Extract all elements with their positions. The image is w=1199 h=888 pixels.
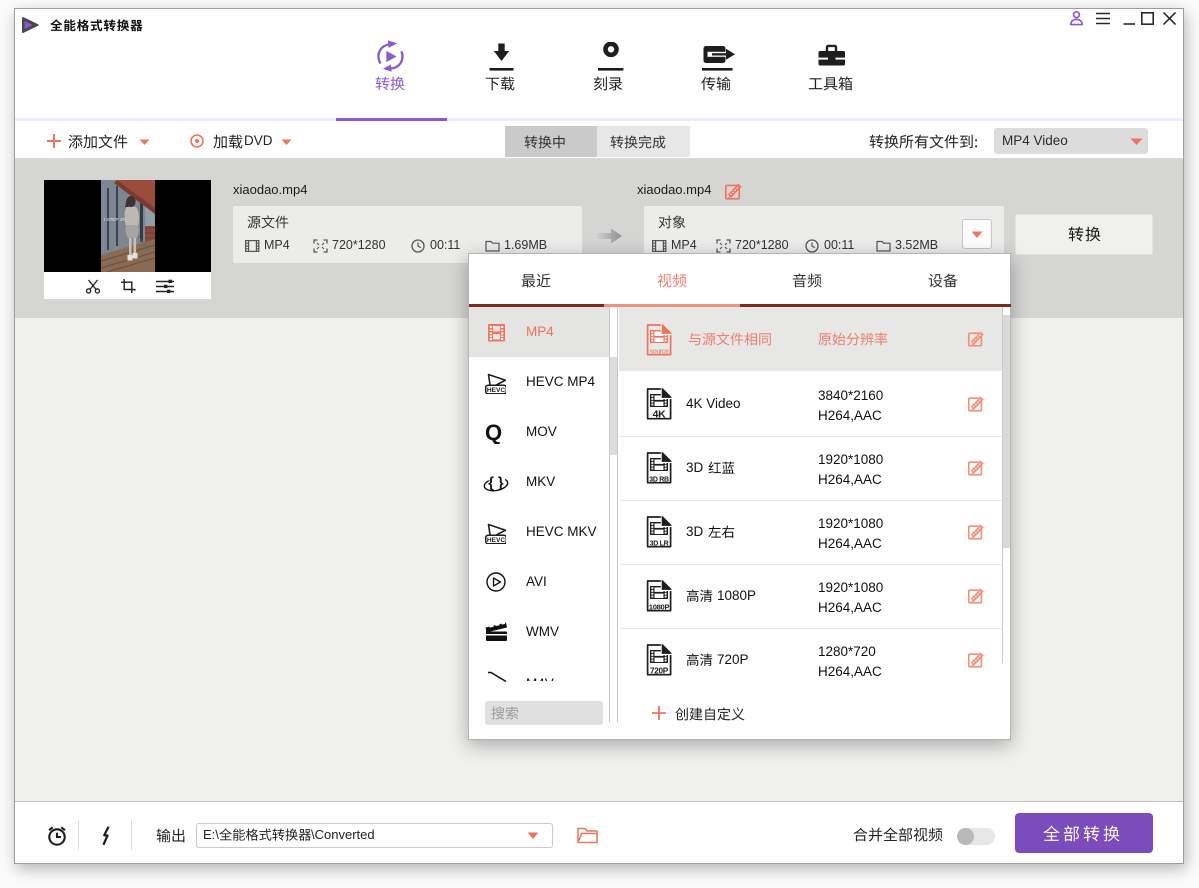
svg-text:720P: 720P [650, 666, 669, 675]
svg-text:source: source [649, 346, 669, 355]
svg-text:HEVC: HEVC [487, 387, 506, 394]
svg-text:HEVC: HEVC [487, 537, 506, 544]
svg-text:Q: Q [485, 422, 502, 444]
svg-text:3D RB: 3D RB [649, 476, 669, 483]
svg-text:{ }: { } [488, 476, 504, 492]
svg-text:4K: 4K [653, 408, 667, 420]
svg-text:I STEP 2%: I STEP 2% [104, 217, 126, 222]
svg-text:3D LR: 3D LR [650, 540, 669, 547]
svg-text:1080P: 1080P [649, 602, 670, 611]
